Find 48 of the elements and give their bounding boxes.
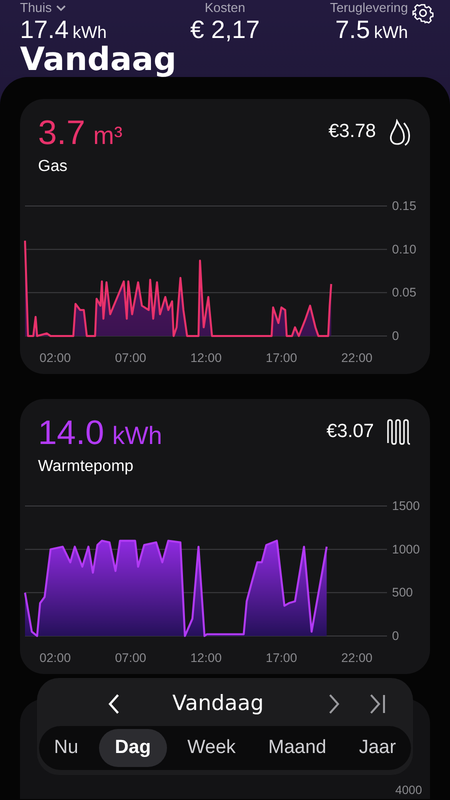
axis-label: 4000 <box>395 783 422 797</box>
settings-icon[interactable] <box>412 2 434 24</box>
stat-unit: kWh <box>374 22 408 44</box>
stat-unit: kWh <box>72 22 107 44</box>
flame-icon <box>388 119 412 147</box>
axis-label: 1000 <box>392 542 420 556</box>
usage-value: 3.7 <box>38 113 86 153</box>
usage-unit: kWh <box>112 421 162 452</box>
chevron-right-icon <box>327 693 341 715</box>
axis-label: 17:00 <box>266 351 298 365</box>
period-title: Vandaag <box>171 690 265 718</box>
stat-label: Teruglevering <box>330 0 408 16</box>
usage-unit: m³ <box>93 121 122 152</box>
stat-value: € 2,17 <box>190 16 260 44</box>
period-tab[interactable]: Maand <box>256 729 338 767</box>
axis-label: 1500 <box>392 499 420 513</box>
axis-label: 0 <box>392 329 399 343</box>
stat-value: 17.4 <box>20 16 69 44</box>
usage-value: 14.0 <box>38 413 104 453</box>
axis-label: 02:00 <box>40 651 71 665</box>
axis-label: 02:00 <box>40 351 71 365</box>
axis-label: 0.05 <box>392 286 416 300</box>
stat-label: Thuis <box>20 0 52 16</box>
axis-label: 0 <box>392 629 399 643</box>
period-tab[interactable]: Nu <box>42 729 90 767</box>
radiator-icon <box>386 419 412 445</box>
period-tab[interactable]: Dag <box>98 729 167 767</box>
skip-to-end-icon <box>369 693 387 715</box>
usage-name: Warmtepomp <box>38 457 134 477</box>
axis-label: 12:00 <box>190 651 222 665</box>
caret-icon <box>56 4 66 12</box>
axis-label: 22:00 <box>341 651 372 665</box>
stat-value: 7.5 <box>335 16 370 44</box>
axis-label: 12:00 <box>190 351 222 365</box>
period-tab[interactable]: Jaar <box>346 729 408 767</box>
period-tab[interactable]: Week <box>175 729 248 767</box>
axis-label: 0.15 <box>392 199 416 213</box>
axis-label: 0.10 <box>392 242 416 256</box>
chevron-left-icon <box>107 693 121 715</box>
axis-label: 07:00 <box>114 351 146 365</box>
stat-label: Kosten <box>204 0 246 16</box>
cost-value: €3.07 <box>326 420 374 444</box>
axis-label: 500 <box>392 586 413 600</box>
axis-label: 07:00 <box>114 651 146 665</box>
usage-name: Gas <box>38 157 68 177</box>
axis-label: 17:00 <box>266 651 298 665</box>
cost-value: €3.78 <box>328 120 376 144</box>
axis-label: 22:00 <box>341 351 372 365</box>
